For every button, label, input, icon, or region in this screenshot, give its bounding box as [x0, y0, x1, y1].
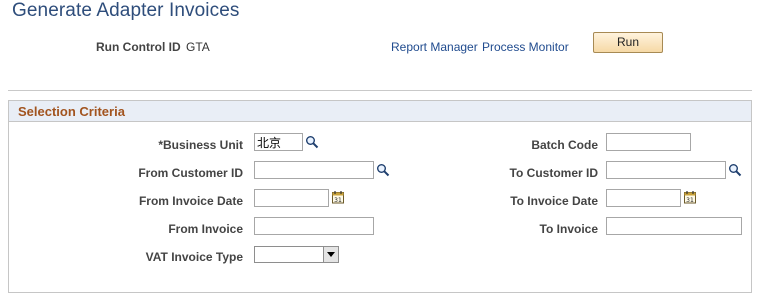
to-customer-id-label: To Customer ID	[509, 166, 598, 180]
batch-code-input[interactable]	[606, 133, 691, 151]
from-customer-id-label: From Customer ID	[138, 166, 243, 180]
run-control-id-label: Run Control ID	[96, 40, 181, 54]
process-monitor-link[interactable]: Process Monitor	[482, 40, 569, 54]
to-customer-lookup-icon[interactable]	[728, 163, 742, 177]
to-invoice-date-calendar-icon[interactable]: 31	[683, 190, 697, 204]
vat-invoice-type-label: VAT Invoice Type	[145, 250, 243, 264]
business-unit-label: *Business Unit	[158, 138, 243, 152]
to-invoice-label: To Invoice	[539, 222, 598, 236]
from-customer-lookup-icon[interactable]	[376, 163, 390, 177]
vat-invoice-type-select[interactable]	[254, 246, 339, 263]
report-manager-link[interactable]: Report Manager	[391, 40, 478, 54]
selection-criteria-header: Selection Criteria	[9, 101, 751, 122]
to-invoice-date-label: To Invoice Date	[510, 194, 598, 208]
business-unit-input[interactable]	[254, 133, 303, 151]
from-customer-id-input[interactable]	[254, 161, 374, 179]
svg-text:31: 31	[334, 197, 342, 204]
from-invoice-date-input[interactable]	[254, 189, 329, 207]
run-button[interactable]: Run	[593, 32, 663, 53]
from-invoice-date-calendar-icon[interactable]: 31	[331, 190, 345, 204]
dropdown-arrow-icon[interactable]	[323, 247, 338, 262]
to-invoice-date-input[interactable]	[606, 189, 681, 207]
from-invoice-input[interactable]	[254, 217, 374, 235]
selection-criteria-title: Selection Criteria	[18, 104, 125, 119]
to-customer-id-input[interactable]	[606, 161, 726, 179]
page-title: Generate Adapter Invoices	[12, 0, 240, 21]
run-control-id-value: GTA	[186, 40, 210, 54]
business-unit-lookup-icon[interactable]	[305, 135, 319, 149]
to-invoice-input[interactable]	[606, 217, 742, 235]
from-invoice-label: From Invoice	[168, 222, 243, 236]
from-invoice-date-label: From Invoice Date	[138, 194, 243, 208]
svg-text:31: 31	[686, 197, 694, 204]
divider	[8, 90, 752, 91]
batch-code-label: Batch Code	[531, 138, 598, 152]
